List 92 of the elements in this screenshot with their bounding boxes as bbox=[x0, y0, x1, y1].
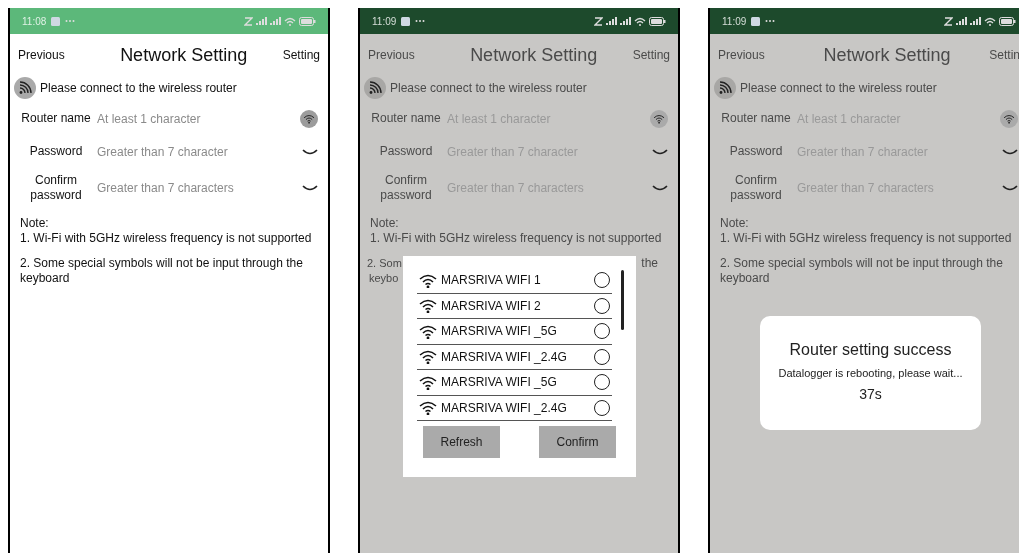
more-icon bbox=[65, 19, 76, 23]
dialog-message: Datalogger is rebooting, please wait... bbox=[778, 366, 963, 381]
dialog-button[interactable]: Refresh bbox=[423, 426, 500, 458]
field-label: Confirm password bbox=[29, 173, 83, 203]
notification-icon bbox=[51, 16, 61, 26]
countdown-text: 37s bbox=[859, 384, 882, 404]
chevron-down-icon[interactable] bbox=[652, 147, 668, 156]
note-text: 2. Some special symbols will not be input through the keyboard bbox=[720, 256, 1004, 286]
page-title: Network Setting bbox=[120, 43, 248, 67]
wifi-icon bbox=[419, 349, 437, 365]
note-text: the bbox=[641, 256, 658, 271]
setting-button[interactable]: Setting bbox=[632, 46, 670, 64]
network-name: MARSRIVA WIFI 1 bbox=[441, 272, 542, 290]
field-label: Confirm password bbox=[729, 173, 783, 203]
input-field[interactable]: Greater than 7 character bbox=[97, 142, 302, 161]
chevron-down-icon[interactable] bbox=[1002, 184, 1018, 192]
note-text: 2. Some special symbols will not be input through the keyboard bbox=[20, 256, 304, 286]
wireless-signal-icon bbox=[714, 77, 736, 99]
network-item[interactable]: MARSRIVA WIFI 2 bbox=[417, 293, 612, 319]
wifi-icon[interactable] bbox=[300, 109, 318, 128]
input-field[interactable]: Greater than 7 characters bbox=[97, 179, 302, 197]
dialog-button[interactable]: Confirm bbox=[539, 426, 616, 458]
wifi-icon bbox=[419, 323, 437, 339]
signal-icon bbox=[606, 17, 617, 25]
note-title: Note: bbox=[20, 216, 50, 231]
signal-icon bbox=[270, 17, 281, 25]
network-name: MARSRIVA WIFI 2 bbox=[441, 297, 542, 315]
wifi-icon bbox=[419, 374, 437, 390]
chevron-down-icon[interactable] bbox=[652, 184, 668, 192]
previous-button[interactable]: Previous bbox=[368, 46, 415, 64]
setting-button[interactable]: Setting bbox=[282, 46, 320, 64]
chevron-down-icon[interactable] bbox=[302, 184, 318, 192]
battery-icon bbox=[999, 16, 1016, 26]
network-name: MARSRIVA WIFI _2.4G bbox=[441, 348, 568, 366]
network-name: MARSRIVA WIFI _2.4G bbox=[441, 399, 568, 417]
banner-text: Please connect to the wireless router bbox=[390, 80, 587, 97]
note-title: Note: bbox=[370, 216, 400, 231]
field-label: Password bbox=[378, 144, 434, 159]
network-name: MARSRIVA WIFI _5G bbox=[441, 374, 558, 392]
status-time: 11:09 bbox=[372, 14, 397, 29]
network-item[interactable]: MARSRIVA WIFI 1 bbox=[417, 268, 612, 294]
wifi-icon[interactable] bbox=[650, 109, 668, 128]
field-label: Password bbox=[28, 144, 84, 159]
field-label: Router name bbox=[370, 111, 442, 126]
network-item[interactable]: MARSRIVA WIFI _2.4G bbox=[417, 344, 612, 370]
page-title: Network Setting bbox=[470, 43, 598, 67]
field-label: Router name bbox=[20, 111, 92, 126]
chevron-down-icon[interactable] bbox=[302, 147, 318, 156]
previous-button[interactable]: Previous bbox=[18, 46, 65, 64]
wifi-icon bbox=[284, 16, 296, 26]
field-label: Router name bbox=[720, 111, 792, 126]
note-text: 1. Wi-Fi with 5GHz wireless frequency is not supported bbox=[720, 231, 1013, 246]
notification-icon bbox=[401, 16, 411, 26]
network-item[interactable]: MARSRIVA WIFI _5G bbox=[417, 319, 612, 345]
battery-icon bbox=[299, 16, 316, 26]
wifi-icon bbox=[984, 16, 996, 26]
wifi-icon bbox=[419, 272, 437, 288]
input-field[interactable]: At least 1 character bbox=[97, 109, 300, 128]
scrollbar[interactable] bbox=[621, 270, 624, 330]
dialog-title: Router setting success bbox=[789, 340, 952, 360]
wireless-signal-icon bbox=[364, 77, 386, 99]
page-title: Network Setting bbox=[823, 43, 951, 67]
field-label: Password bbox=[728, 144, 784, 159]
battery-icon bbox=[649, 16, 666, 26]
note-text: 1. Wi-Fi with 5GHz wireless frequency is not supported bbox=[370, 231, 663, 246]
network-item[interactable]: MARSRIVA WIFI _5G bbox=[417, 370, 612, 396]
chevron-down-icon[interactable] bbox=[1002, 147, 1018, 156]
notification-icon bbox=[751, 16, 761, 26]
network-item[interactable]: MARSRIVA WIFI _2.4G bbox=[417, 395, 612, 421]
status-time: 11:09 bbox=[722, 14, 747, 29]
note-title: Note: bbox=[720, 216, 750, 231]
wifi-icon[interactable] bbox=[1000, 109, 1018, 128]
wifi-icon bbox=[634, 16, 646, 26]
previous-button[interactable]: Previous bbox=[718, 46, 765, 64]
note-text: keybo bbox=[369, 271, 399, 286]
wifi-icon bbox=[419, 298, 437, 314]
signal-icon bbox=[620, 17, 631, 25]
field-label: Confirm password bbox=[379, 173, 433, 203]
more-icon bbox=[765, 19, 776, 23]
note-text: 1. Wi-Fi with 5GHz wireless frequency is not supported bbox=[20, 231, 313, 246]
signal-icon bbox=[956, 17, 967, 25]
wifi-icon bbox=[419, 400, 437, 416]
signal-icon bbox=[970, 17, 981, 25]
more-icon bbox=[415, 19, 426, 23]
banner-text: Please connect to the wireless router bbox=[40, 80, 237, 97]
setting-button[interactable]: Settin bbox=[989, 46, 1019, 64]
network-name: MARSRIVA WIFI _5G bbox=[441, 323, 558, 341]
wireless-signal-icon bbox=[14, 77, 36, 99]
banner-text: Please connect to the wireless router bbox=[740, 80, 937, 97]
status-time: 11:08 bbox=[22, 14, 47, 29]
note-text: 2. Som bbox=[367, 256, 402, 271]
signal-icon bbox=[256, 17, 267, 25]
